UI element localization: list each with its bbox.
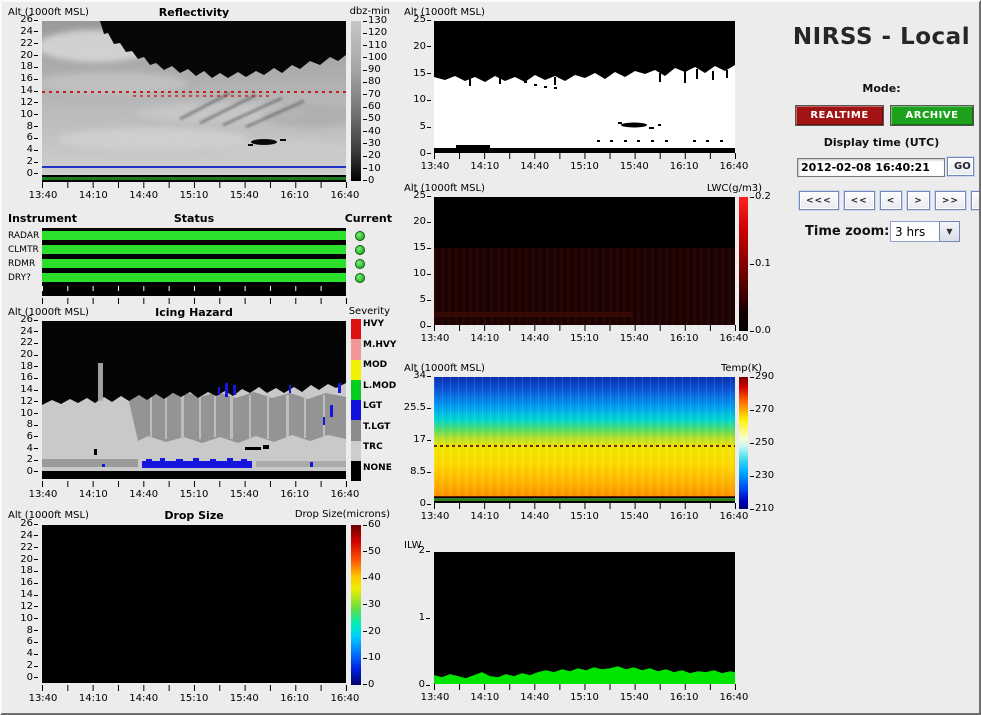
status-row: CLMTR bbox=[4, 243, 394, 257]
time-axis-ticks bbox=[42, 481, 347, 487]
temp-panel: Alt (1000ft MSL) Temp(K) 3425.5178.50 29… bbox=[396, 360, 764, 532]
archive-button[interactable]: ARCHIVE bbox=[890, 105, 974, 126]
lwc-colorbar bbox=[739, 197, 748, 331]
mode-label: Mode: bbox=[764, 82, 981, 95]
lwc-low-level-strip bbox=[434, 312, 633, 317]
drop-size-colorbar bbox=[351, 525, 361, 685]
drop-size-panel: Alt (1000ft MSL) Drop Size Drop Size(mic… bbox=[4, 507, 394, 715]
time-axis-ticks bbox=[434, 684, 736, 690]
dropdown-arrow-icon[interactable]: ▼ bbox=[939, 221, 960, 242]
time-zoom-label: Time zoom: bbox=[805, 224, 889, 239]
lwc-plot bbox=[434, 197, 735, 325]
current-status-led bbox=[355, 245, 365, 255]
col-status: Status bbox=[42, 212, 346, 225]
panel-title: Icing Hazard bbox=[42, 306, 346, 319]
time-step-buttons: <<<<<<>>>>>> bbox=[799, 191, 981, 210]
current-status-led bbox=[355, 273, 365, 283]
time-axis-ticks bbox=[434, 153, 736, 159]
dbz-colorbar bbox=[351, 21, 361, 181]
time-axis-labels: 13:4014:1014:4015:1015:4016:1016:40 bbox=[419, 692, 750, 703]
time-axis-ticks bbox=[42, 685, 347, 691]
time-step-button[interactable]: < bbox=[880, 191, 903, 210]
control-sidebar: NIRSS - Local Mode: REALTIME ARCHIVE Dis… bbox=[764, 2, 981, 715]
status-bar bbox=[42, 245, 346, 254]
cloud-boundary-plot bbox=[434, 21, 735, 153]
time-zoom-value[interactable]: 3 hrs bbox=[890, 221, 939, 242]
status-tick-band bbox=[42, 286, 346, 296]
reflectivity-panel: Alt (1000ft MSL) Reflectivity dbz-min 26… bbox=[4, 4, 394, 206]
temp-colorbar bbox=[739, 377, 748, 509]
instrument-name: RADAR bbox=[8, 231, 39, 241]
ilw-series-image bbox=[434, 552, 735, 684]
status-row: RADAR bbox=[4, 229, 394, 243]
instrument-status-panel: Instrument Status Current RADAR CLMTR RD… bbox=[4, 208, 394, 304]
cloud-boundary-image bbox=[434, 21, 735, 153]
col-current: Current bbox=[345, 212, 392, 225]
time-axis-ticks bbox=[434, 503, 736, 509]
drop-size-colorbar-labels: 6050403020100 bbox=[363, 520, 391, 690]
current-status-led bbox=[355, 259, 365, 269]
y-axis: 3425.5178.50 bbox=[402, 371, 431, 509]
cloud-top-temp-line bbox=[42, 91, 346, 93]
severity-colorbar bbox=[351, 319, 361, 481]
time-step-button[interactable]: > bbox=[907, 191, 930, 210]
app-title: NIRSS - Local bbox=[764, 24, 981, 50]
status-row: DRY? bbox=[4, 271, 394, 285]
y-axis: 26242220181614121086420 bbox=[10, 519, 38, 683]
time-axis-ticks bbox=[42, 182, 347, 188]
y-axis: 26242220181614121086420 bbox=[10, 15, 38, 179]
y-axis: 2520151050 bbox=[405, 191, 431, 331]
temp-streak-texture bbox=[434, 377, 735, 503]
cloud-top-temp-line-scatter bbox=[133, 95, 270, 97]
display-time-input[interactable] bbox=[797, 158, 945, 177]
lwc-panel: Alt (1000ft MSL) LWC(g/m3) 2520151050 0.… bbox=[396, 180, 764, 360]
status-bar bbox=[42, 259, 346, 268]
time-axis-labels: 13:4014:1014:4015:1015:4016:1016:40 bbox=[419, 511, 750, 522]
drop-size-plot bbox=[42, 525, 346, 683]
y-axis: 2520151050 bbox=[405, 15, 431, 159]
dbz-colorbar-labels: 1301201101009080706050403020100 bbox=[363, 16, 391, 186]
status-row: RDMR bbox=[4, 257, 394, 271]
icing-hazard-image bbox=[42, 321, 346, 471]
current-status-led bbox=[355, 231, 365, 241]
below-ground-strip bbox=[42, 471, 346, 479]
ceiling-line bbox=[42, 166, 346, 168]
realtime-button[interactable]: REALTIME bbox=[795, 105, 884, 126]
time-step-button[interactable]: >> bbox=[935, 191, 966, 210]
time-zoom-select[interactable]: 3 hrs ▼ bbox=[890, 221, 960, 242]
display-time-label: Display time (UTC) bbox=[764, 136, 981, 149]
y-axis: 210 bbox=[412, 546, 430, 690]
status-bar bbox=[42, 231, 346, 240]
instrument-name: CLMTR bbox=[8, 245, 39, 255]
time-axis-labels: 13:4014:1014:4015:1015:4016:1016:40 bbox=[27, 693, 361, 704]
go-button[interactable]: GO bbox=[947, 157, 974, 176]
time-axis-labels: 13:4014:1014:4015:1015:4016:1016:40 bbox=[27, 489, 361, 500]
cloud-boundary-panel: Alt (1000ft MSL) 2520151050 bbox=[396, 4, 764, 178]
surface-strip bbox=[42, 173, 346, 182]
time-step-button[interactable]: << bbox=[844, 191, 875, 210]
time-axis-labels: 13:4014:1014:4015:1015:4016:1016:40 bbox=[27, 190, 361, 201]
time-axis-ticks bbox=[434, 325, 736, 331]
temp-plot bbox=[434, 377, 735, 503]
icing-hazard-panel: Alt (1000ft MSL) Icing Hazard Severity 2… bbox=[4, 304, 394, 506]
y-axis: 26242220181614121086420 bbox=[10, 315, 38, 477]
reflectivity-plot bbox=[42, 21, 346, 173]
time-step-button[interactable]: >>> bbox=[971, 191, 981, 210]
reflectivity-clouds-image bbox=[42, 21, 346, 173]
severity-labels: HVYM.HVYMODL.MODLGTT.LGTTRCNONE bbox=[363, 319, 393, 473]
ilw-plot bbox=[434, 552, 735, 684]
time-axis-labels: 13:4014:1014:4015:1015:4016:1016:40 bbox=[419, 333, 750, 344]
time-axis-labels: 13:4014:1014:4015:1015:4016:1016:40 bbox=[419, 161, 750, 172]
instrument-name: DRY? bbox=[8, 273, 31, 283]
status-bar bbox=[42, 273, 346, 282]
colorbar-title: Severity bbox=[349, 306, 390, 317]
freezing-level-dotted-line bbox=[434, 445, 735, 447]
instrument-name: RDMR bbox=[8, 259, 35, 269]
time-step-button[interactable]: <<< bbox=[799, 191, 839, 210]
nirss-window: Alt (1000ft MSL) Reflectivity dbz-min 26… bbox=[0, 0, 981, 715]
status-rows: RADAR CLMTR RDMR DRY? bbox=[4, 229, 394, 285]
panel-title: Reflectivity bbox=[42, 6, 346, 19]
ilw-panel: ILW 210 13:4014:1014:4015:1015:4016:1016… bbox=[396, 534, 764, 715]
icing-hazard-plot bbox=[42, 321, 346, 471]
